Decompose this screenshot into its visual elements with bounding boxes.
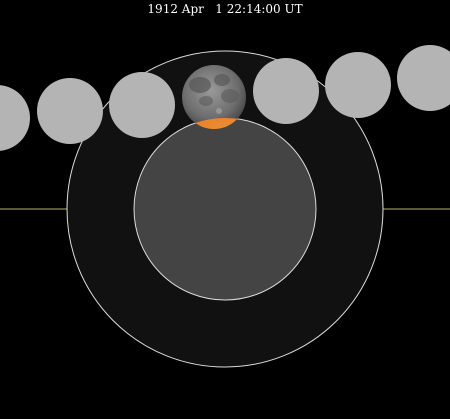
eclipse-canvas: [0, 45, 450, 368]
eclipse-diagram: 1912 Apr 1 22:14:00 UT: [0, 0, 450, 419]
moon-position-5: [253, 58, 319, 124]
moon-position-6: [325, 52, 391, 118]
moon-position-3: [109, 72, 175, 138]
moon-position-1: [0, 85, 30, 151]
umbra-shadow: [133, 117, 317, 301]
moon-position-2: [37, 78, 103, 144]
moon-position-7: [397, 45, 450, 111]
